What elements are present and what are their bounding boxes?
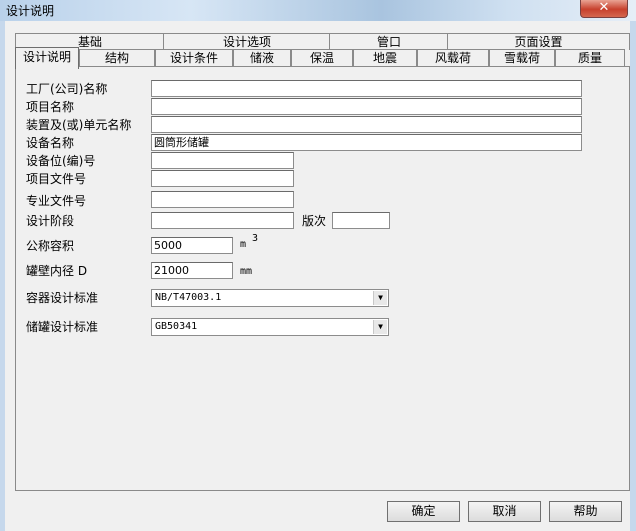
project-name-input[interactable] xyxy=(151,98,582,115)
inner-diameter-unit: mm xyxy=(240,266,253,277)
vessel-standard-value: NB/T47003.1 xyxy=(155,292,222,303)
equipment-name-input[interactable]: 圆筒形储罐 xyxy=(151,134,582,151)
design-stage-input[interactable] xyxy=(151,212,294,229)
equipment-tag-label: 设备位(编)号 xyxy=(26,154,96,168)
equipment-tag-input[interactable] xyxy=(151,152,294,169)
inner-diameter-label: 罐壁内径 D xyxy=(26,264,88,278)
vessel-standard-label: 容器设计标准 xyxy=(26,291,99,305)
tab-structure[interactable]: 结构 xyxy=(79,49,155,67)
tab-design-options[interactable]: 设计选项 xyxy=(163,33,331,50)
factory-name-input[interactable] xyxy=(151,80,582,97)
nominal-volume-unit-exponent: 3 xyxy=(252,233,259,244)
project-file-no-input[interactable] xyxy=(151,170,294,187)
project-name-label: 项目名称 xyxy=(26,100,75,114)
tab-design-conditions[interactable]: 设计条件 xyxy=(155,49,233,67)
factory-name-label: 工厂(公司)名称 xyxy=(26,82,108,96)
tab-design-description[interactable]: 设计说明 xyxy=(15,47,79,69)
dialog-client: 基础 设计选项 管口 页面设置 设计说明 结构 设计条件 储液 保温 地震 风载… xyxy=(5,21,630,531)
window-frame-right xyxy=(630,21,636,531)
project-file-no-label: 项目文件号 xyxy=(26,172,87,186)
close-icon: ✕ xyxy=(598,0,610,15)
tab-seismic[interactable]: 地震 xyxy=(353,49,417,67)
equipment-name-label: 设备名称 xyxy=(26,136,75,150)
tank-standard-label: 储罐设计标准 xyxy=(26,320,99,334)
unit-name-label: 装置及(或)单元名称 xyxy=(26,118,132,132)
tab-mass[interactable]: 质量 xyxy=(555,49,625,67)
chevron-down-icon[interactable]: ▼ xyxy=(373,320,387,334)
tank-standard-value: GB50341 xyxy=(155,321,198,332)
tank-standard-select[interactable]: GB50341 ▼ xyxy=(151,318,389,336)
nominal-volume-input[interactable]: 5000 xyxy=(151,237,233,254)
inner-diameter-input[interactable]: 21000 xyxy=(151,262,233,279)
title-bar: 设计说明 ✕ xyxy=(0,0,636,21)
nominal-volume-unit: m xyxy=(240,239,247,250)
revision-label: 版次 xyxy=(302,214,327,228)
nominal-volume-label: 公称容积 xyxy=(26,239,75,253)
tab-insulation[interactable]: 保温 xyxy=(291,49,353,67)
tab-page-setup[interactable]: 页面设置 xyxy=(447,33,630,50)
tab-snow-load[interactable]: 雪载荷 xyxy=(489,49,555,67)
tab-nozzles[interactable]: 管口 xyxy=(329,33,449,50)
discipline-file-no-label: 专业文件号 xyxy=(26,194,87,208)
vessel-standard-select[interactable]: NB/T47003.1 ▼ xyxy=(151,289,389,307)
tab-wind-load[interactable]: 风载荷 xyxy=(417,49,489,67)
close-button[interactable]: ✕ xyxy=(580,0,628,18)
unit-name-input[interactable] xyxy=(151,116,582,133)
tab-liquid-storage[interactable]: 储液 xyxy=(233,49,291,67)
ok-button[interactable]: 确定 xyxy=(387,501,460,522)
window-title: 设计说明 xyxy=(6,4,55,18)
chevron-down-icon[interactable]: ▼ xyxy=(373,291,387,305)
design-stage-label: 设计阶段 xyxy=(26,214,75,228)
revision-input[interactable] xyxy=(332,212,390,229)
help-button[interactable]: 帮助 xyxy=(549,501,622,522)
tab-panel-design-description: 工厂(公司)名称 项目名称 装置及(或)单元名称 设备名称 圆筒形储罐 设备位(… xyxy=(15,66,630,491)
discipline-file-no-input[interactable] xyxy=(151,191,294,208)
cancel-button[interactable]: 取消 xyxy=(468,501,541,522)
